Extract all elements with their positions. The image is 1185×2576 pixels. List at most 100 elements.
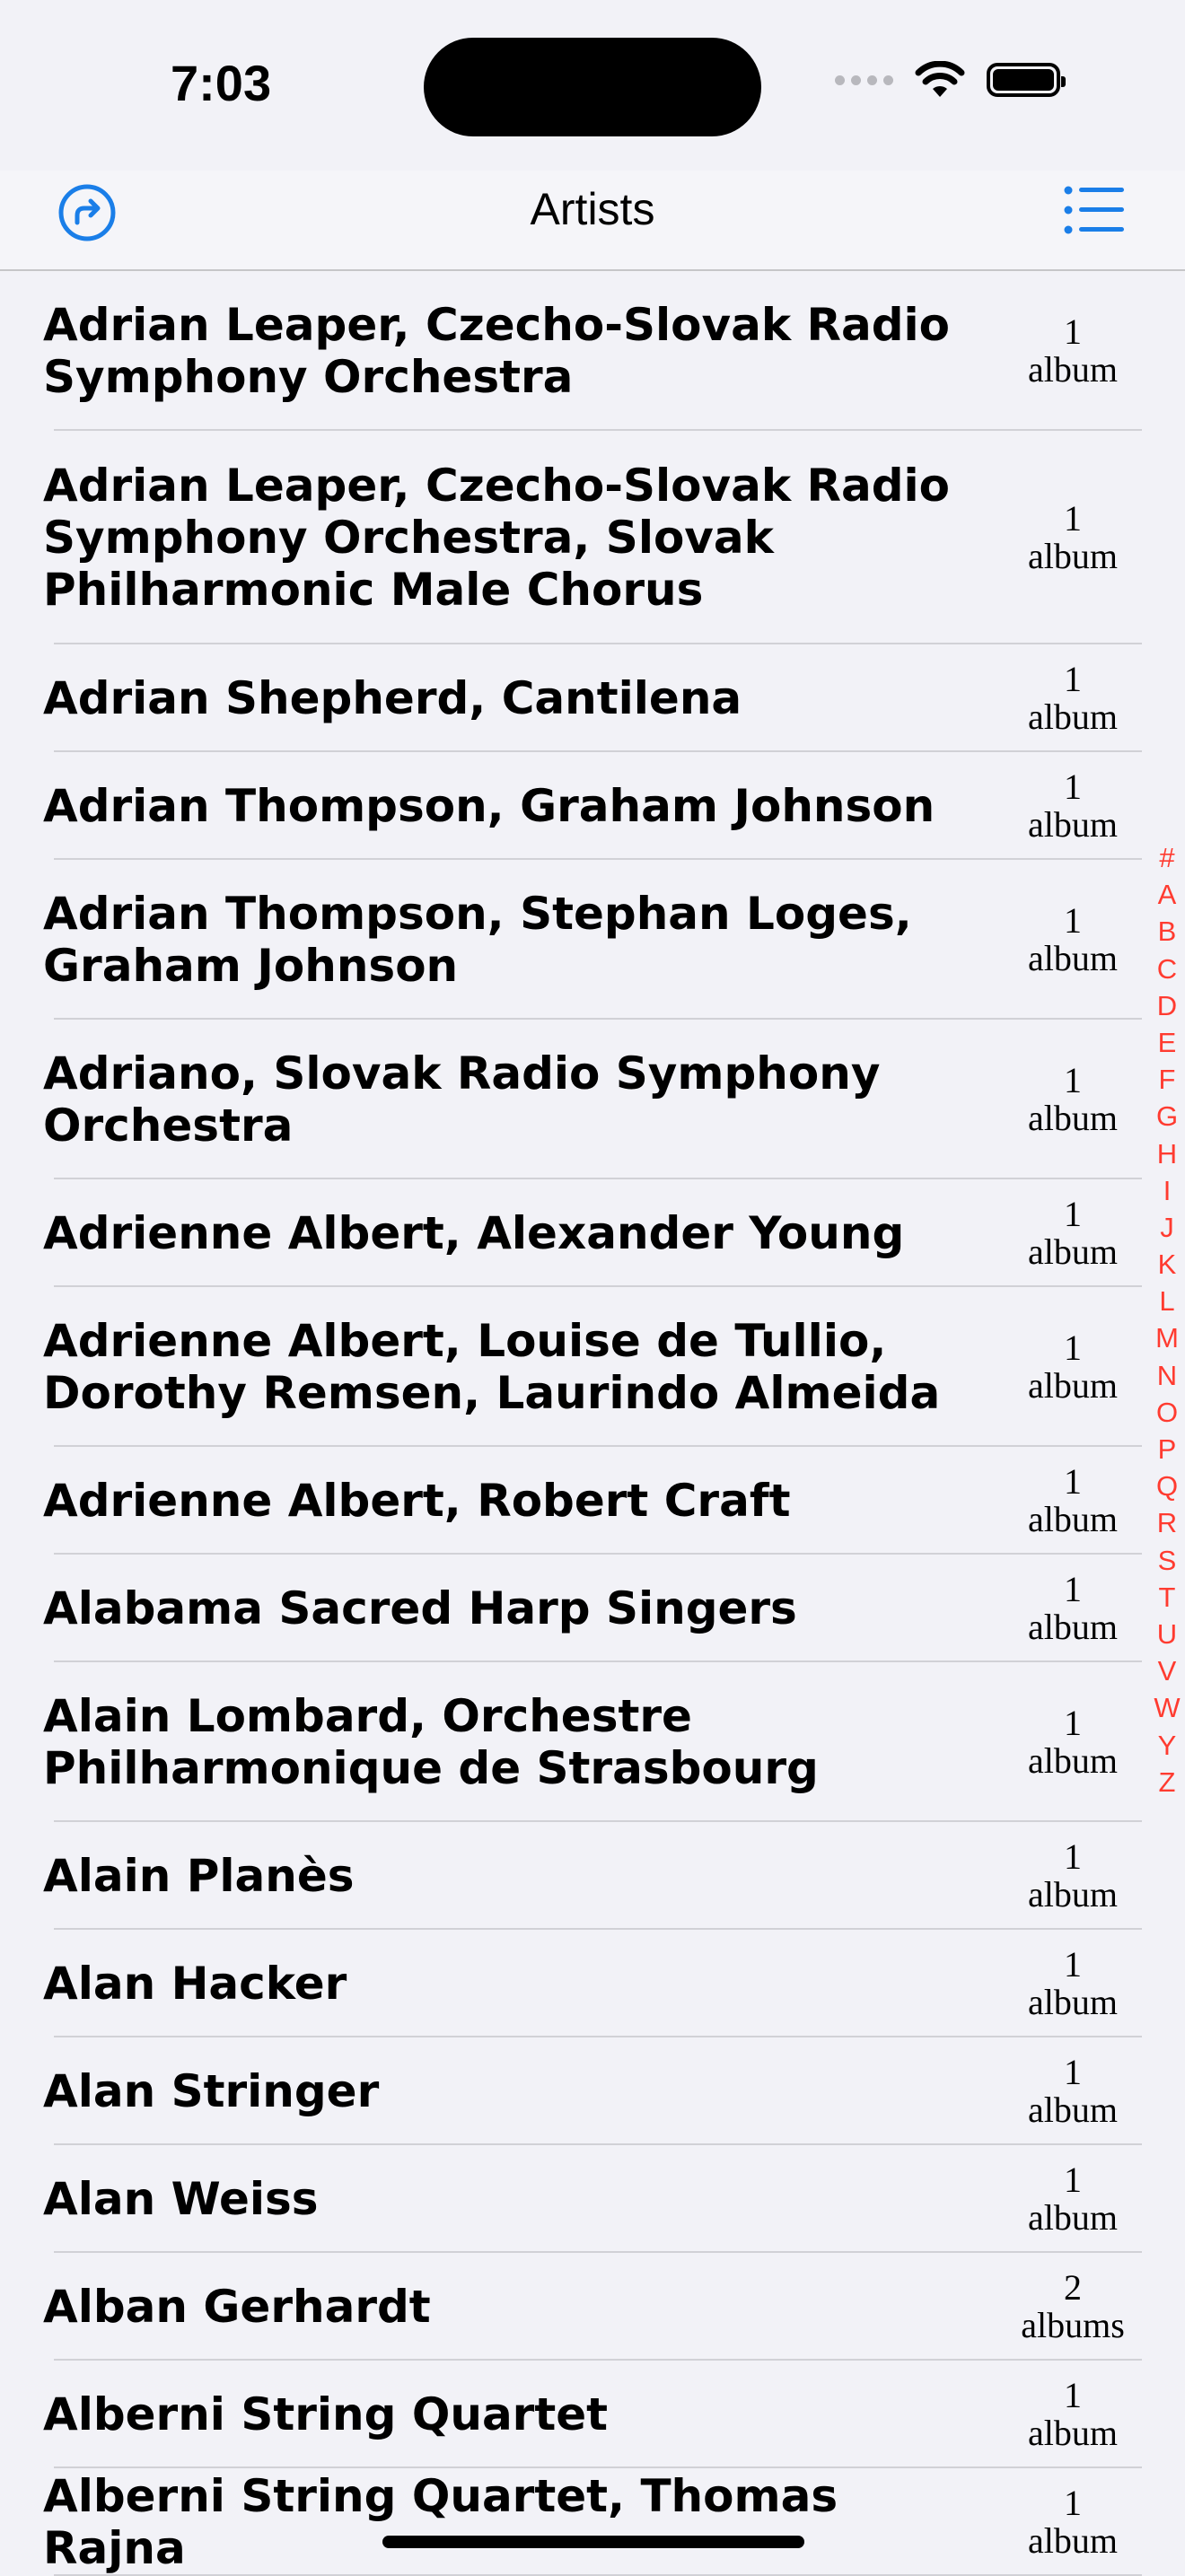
artist-name: Alban Gerhardt bbox=[43, 2281, 431, 2333]
album-count-number: 1 bbox=[1064, 900, 1082, 941]
index-letter[interactable]: Q bbox=[1149, 1468, 1185, 1504]
album-count-unit: album bbox=[1028, 1098, 1118, 1138]
artist-name: Adrian Shepherd, Cantilena bbox=[43, 672, 742, 724]
album-count-unit: album bbox=[1028, 697, 1118, 737]
artist-name: Adrian Thompson, Graham Johnson bbox=[43, 780, 935, 832]
artist-row[interactable]: Alain Lombard, Orchestre Philharmonique … bbox=[0, 1662, 1185, 1822]
index-letter[interactable]: M bbox=[1149, 1319, 1185, 1356]
index-letter[interactable]: U bbox=[1149, 1616, 1185, 1652]
album-count: 2 albums bbox=[1005, 2269, 1140, 2344]
index-letter[interactable]: Y bbox=[1149, 1727, 1185, 1764]
album-count-unit: album bbox=[1028, 804, 1118, 845]
album-count-number: 1 bbox=[1064, 2483, 1082, 2523]
album-count-unit: album bbox=[1028, 1365, 1118, 1406]
artist-row[interactable]: Adrian Leaper, Czecho-Slovak Radio Symph… bbox=[0, 431, 1185, 644]
album-count: 1 album bbox=[1005, 1946, 1140, 2021]
album-count: 1 album bbox=[1005, 2054, 1140, 2129]
artist-row[interactable]: Adrienne Albert, Robert Craft 1 album bbox=[0, 1447, 1185, 1555]
index-letter[interactable]: V bbox=[1149, 1652, 1185, 1689]
artist-row[interactable]: Alberni String Quartet 1 album bbox=[0, 2361, 1185, 2468]
album-count-number: 2 bbox=[1064, 2267, 1082, 2308]
artist-row[interactable]: Alan Stringer 1 album bbox=[0, 2037, 1185, 2145]
index-letter[interactable]: B bbox=[1149, 913, 1185, 950]
index-letter[interactable]: Z bbox=[1149, 1764, 1185, 1801]
index-letter[interactable]: A bbox=[1149, 876, 1185, 913]
index-letter[interactable]: K bbox=[1149, 1246, 1185, 1283]
album-count-unit: album bbox=[1028, 1982, 1118, 2022]
album-count-number: 1 bbox=[1064, 311, 1082, 352]
artist-row[interactable]: Alan Hacker 1 album bbox=[0, 1930, 1185, 2037]
artist-name: Alberni String Quartet, Thomas Rajna bbox=[43, 2470, 838, 2574]
index-letter[interactable]: N bbox=[1149, 1357, 1185, 1394]
album-count-number: 1 bbox=[1064, 767, 1082, 807]
album-count-number: 1 bbox=[1064, 2375, 1082, 2415]
index-letter[interactable]: J bbox=[1149, 1209, 1185, 1246]
index-letter[interactable]: E bbox=[1149, 1024, 1185, 1061]
status-icons bbox=[835, 61, 1066, 99]
album-count: 1 album bbox=[1005, 500, 1140, 575]
artist-name: Adrian Leaper, Czecho-Slovak Radio Symph… bbox=[43, 299, 951, 403]
artist-row[interactable]: Alan Weiss 1 album bbox=[0, 2145, 1185, 2253]
index-letter[interactable]: # bbox=[1149, 839, 1185, 876]
album-count-number: 1 bbox=[1064, 498, 1082, 539]
index-letter[interactable]: T bbox=[1149, 1579, 1185, 1616]
album-count-number: 1 bbox=[1064, 1194, 1082, 1234]
artist-name: Adrian Leaper, Czecho-Slovak Radio Symph… bbox=[43, 460, 951, 616]
album-count-number: 1 bbox=[1064, 1569, 1082, 1609]
album-count-unit: album bbox=[1028, 2413, 1118, 2453]
list-icon[interactable] bbox=[1063, 183, 1126, 237]
index-letter[interactable]: S bbox=[1149, 1542, 1185, 1579]
artist-row[interactable]: Adrienne Albert, Alexander Young 1 album bbox=[0, 1179, 1185, 1287]
artist-name: Adrienne Albert, Robert Craft bbox=[43, 1475, 791, 1527]
index-letter[interactable]: G bbox=[1149, 1098, 1185, 1135]
artist-row[interactable]: Adrienne Albert, Louise de Tullio, Dorot… bbox=[0, 1287, 1185, 1447]
artist-name: Adrienne Albert, Alexander Young bbox=[43, 1207, 905, 1259]
album-count-unit: album bbox=[1028, 349, 1118, 390]
index-letter[interactable]: F bbox=[1149, 1061, 1185, 1098]
page-title: Artists bbox=[530, 184, 655, 234]
artist-row[interactable]: Adrian Thompson, Graham Johnson 1 album bbox=[0, 752, 1185, 860]
index-letter[interactable]: W bbox=[1149, 1689, 1185, 1726]
index-letter[interactable]: L bbox=[1149, 1283, 1185, 1319]
index-letter[interactable]: H bbox=[1149, 1135, 1185, 1172]
album-count: 1 album bbox=[1005, 1062, 1140, 1137]
artist-name: Alberni String Quartet bbox=[43, 2388, 609, 2440]
index-letter[interactable]: O bbox=[1149, 1394, 1185, 1431]
index-letter[interactable]: D bbox=[1149, 987, 1185, 1024]
album-count: 1 album bbox=[1005, 661, 1140, 736]
album-count: 1 album bbox=[1005, 768, 1140, 844]
album-count: 1 album bbox=[1005, 2161, 1140, 2237]
artist-row[interactable]: Alberni String Quartet, Thomas Rajna 1 al… bbox=[0, 2468, 1185, 2576]
artist-name: Alan Hacker bbox=[43, 1958, 347, 2010]
album-count: 1 album bbox=[1005, 313, 1140, 389]
artist-row[interactable]: Adriano, Slovak Radio Symphony Orchestra… bbox=[0, 1020, 1185, 1179]
artist-row[interactable]: Alban Gerhardt 2 albums bbox=[0, 2253, 1185, 2361]
artist-row[interactable]: Adrian Leaper, Czecho-Slovak Radio Symph… bbox=[0, 271, 1185, 431]
album-count-unit: album bbox=[1028, 2520, 1118, 2561]
navigation-bar: Artists bbox=[0, 171, 1185, 271]
artist-row[interactable]: Adrian Shepherd, Cantilena 1 album bbox=[0, 644, 1185, 752]
index-letter[interactable]: I bbox=[1149, 1172, 1185, 1209]
album-count: 1 album bbox=[1005, 902, 1140, 977]
album-count-number: 1 bbox=[1064, 2052, 1082, 2092]
home-indicator[interactable] bbox=[382, 2536, 804, 2548]
album-count-number: 1 bbox=[1064, 659, 1082, 699]
index-letter[interactable]: P bbox=[1149, 1431, 1185, 1468]
section-index[interactable]: # A B C D E F G H I J K L M N O P Q R S … bbox=[1149, 839, 1185, 1801]
index-letter[interactable]: R bbox=[1149, 1504, 1185, 1541]
album-count: 1 album bbox=[1005, 2377, 1140, 2452]
artist-row[interactable]: Adrian Thompson, Stephan Loges, Graham J… bbox=[0, 860, 1185, 1020]
artist-row[interactable]: Alabama Sacred Harp Singers 1 album bbox=[0, 1555, 1185, 1662]
artist-row[interactable]: Alain Planès 1 album bbox=[0, 1822, 1185, 1930]
artist-name: Adriano, Slovak Radio Symphony Orchestra bbox=[43, 1047, 881, 1152]
album-count-unit: album bbox=[1028, 2197, 1118, 2238]
album-count: 1 album bbox=[1005, 1571, 1140, 1646]
artist-name: Alan Weiss bbox=[43, 2173, 319, 2225]
album-count-unit: album bbox=[1028, 2090, 1118, 2130]
cellular-signal-icon bbox=[835, 74, 893, 85]
index-letter[interactable]: C bbox=[1149, 951, 1185, 987]
album-count-number: 1 bbox=[1064, 2160, 1082, 2200]
album-count: 1 album bbox=[1005, 2484, 1140, 2560]
artist-name: Adrienne Albert, Louise de Tullio, Dorot… bbox=[43, 1315, 941, 1419]
album-count: 1 album bbox=[1005, 1838, 1140, 1914]
